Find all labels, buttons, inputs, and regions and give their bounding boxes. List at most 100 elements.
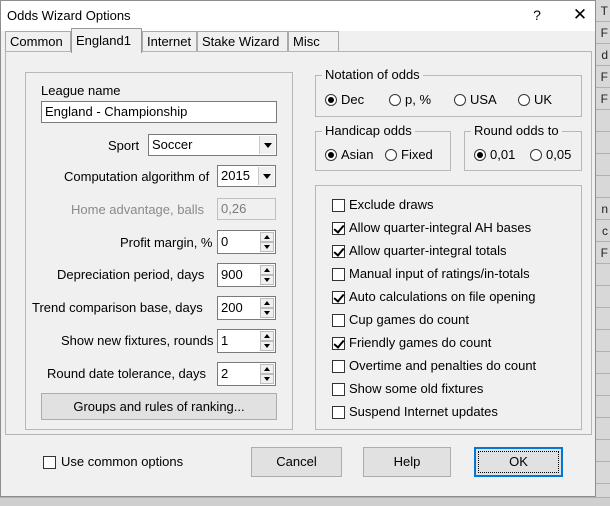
radio-fixed-label[interactable]: Fixed	[401, 147, 433, 162]
tab-stake-wizard[interactable]: Stake Wizard	[197, 31, 288, 52]
handicap-title: Handicap odds	[322, 123, 415, 138]
checkbox-quarter-totals-label[interactable]: Allow quarter-integral totals	[349, 243, 507, 258]
background-cell: n	[595, 198, 610, 220]
checkbox-cup-games-label[interactable]: Cup games do count	[349, 312, 469, 327]
radio-dec[interactable]	[325, 94, 337, 106]
radio-usa[interactable]	[454, 94, 466, 106]
fixtures-value: 1	[221, 333, 229, 348]
league-settings-group: League name England - Championship Sport…	[25, 72, 293, 430]
tab-internet[interactable]: Internet	[142, 31, 197, 52]
radio-asian[interactable]	[325, 149, 337, 161]
background-cell	[595, 176, 610, 198]
checkbox-quarter-ah[interactable]	[332, 222, 345, 235]
checkbox-overtime-label[interactable]: Overtime and penalties do count	[349, 358, 536, 373]
checkbox-quarter-totals[interactable]	[332, 245, 345, 258]
background-cell	[595, 264, 610, 286]
spin-up-icon[interactable]	[260, 265, 274, 275]
fixtures-spinner[interactable]: 1	[217, 329, 276, 353]
trend-label: Trend comparison base, days	[32, 300, 203, 315]
league-name-input[interactable]: England - Championship	[41, 101, 277, 123]
checkbox-suspend-internet[interactable]	[332, 406, 345, 419]
help-button[interactable]: Help	[363, 447, 451, 477]
sport-label: Sport	[108, 138, 140, 153]
chevron-down-icon[interactable]	[259, 136, 275, 154]
depreciation-label: Depreciation period, days	[57, 267, 205, 282]
spin-up-icon[interactable]	[260, 331, 274, 341]
spin-up-icon[interactable]	[260, 298, 274, 308]
checkbox-old-fixtures[interactable]	[332, 383, 345, 396]
spin-down-icon[interactable]	[260, 275, 274, 285]
radio-p-label[interactable]: p, %	[405, 92, 431, 107]
trend-value: 200	[221, 300, 243, 315]
radio-001[interactable]	[474, 149, 486, 161]
radio-001-label[interactable]: 0,01	[490, 147, 515, 162]
tab-panel: League name England - Championship Sport…	[5, 51, 592, 435]
background-cell	[595, 132, 610, 154]
checkbox-auto-calc[interactable]	[332, 291, 345, 304]
spin-up-icon[interactable]	[260, 364, 274, 374]
radio-p[interactable]	[389, 94, 401, 106]
spin-up-icon[interactable]	[260, 232, 274, 242]
tab-common[interactable]: Common	[5, 31, 71, 52]
checkbox-overtime[interactable]	[332, 360, 345, 373]
radio-usa-label[interactable]: USA	[470, 92, 497, 107]
checkbox-cup-games[interactable]	[332, 314, 345, 327]
background-cell	[595, 374, 610, 396]
home-advantage-label: Home advantage, balls	[71, 202, 204, 217]
tab-misc[interactable]: Misc	[288, 31, 339, 52]
radio-dec-label[interactable]: Dec	[341, 92, 364, 107]
notation-title: Notation of odds	[322, 67, 423, 82]
spin-down-icon[interactable]	[260, 374, 274, 384]
cancel-button[interactable]: Cancel	[251, 447, 342, 477]
radio-uk-label[interactable]: UK	[534, 92, 552, 107]
radio-uk[interactable]	[518, 94, 530, 106]
groups-ranking-button[interactable]: Groups and rules of ranking...	[41, 393, 277, 420]
algorithm-label: Computation algorithm of	[64, 169, 210, 184]
chevron-down-icon[interactable]	[258, 167, 274, 185]
spin-down-icon[interactable]	[260, 341, 274, 351]
sport-value: Soccer	[152, 137, 193, 152]
checkbox-manual-input[interactable]	[332, 268, 345, 281]
checkbox-friendly-games-label[interactable]: Friendly games do count	[349, 335, 491, 350]
checkbox-use-common-label[interactable]: Use common options	[61, 454, 183, 469]
checkbox-manual-input-label[interactable]: Manual input of ratings/in-totals	[349, 266, 530, 281]
radio-005[interactable]	[530, 149, 542, 161]
close-button[interactable]: ✕	[567, 4, 593, 26]
background-cell	[595, 418, 610, 440]
tolerance-spinner[interactable]: 2	[217, 362, 276, 386]
checkbox-exclude-draws-label[interactable]: Exclude draws	[349, 197, 434, 212]
checkbox-auto-calc-label[interactable]: Auto calculations on file opening	[349, 289, 535, 304]
tab-england1[interactable]: England1	[71, 28, 142, 53]
checkbox-old-fixtures-label[interactable]: Show some old fixtures	[349, 381, 483, 396]
window-title: Odds Wizard Options	[7, 8, 131, 23]
algorithm-select[interactable]: 2015	[217, 165, 276, 187]
spin-down-icon[interactable]	[260, 308, 274, 318]
notation-group: Notation of odds Dec p, % USA UK	[315, 67, 582, 117]
background-cell	[595, 286, 610, 308]
profit-margin-spinner[interactable]: 0	[217, 230, 276, 254]
ok-button[interactable]: OK	[474, 447, 563, 477]
sport-select[interactable]: Soccer	[148, 134, 277, 156]
checkbox-suspend-internet-label[interactable]: Suspend Internet updates	[349, 404, 498, 419]
checkbox-friendly-games[interactable]	[332, 337, 345, 350]
checkbox-use-common[interactable]	[43, 456, 56, 469]
radio-asian-label[interactable]: Asian	[341, 147, 374, 162]
radio-005-label[interactable]: 0,05	[546, 147, 571, 162]
league-name-label: League name	[41, 83, 121, 98]
background-cell	[595, 440, 610, 462]
background-cell: F	[595, 88, 610, 110]
depreciation-spinner[interactable]: 900	[217, 263, 276, 287]
focus-rect	[478, 451, 559, 473]
round-odds-title: Round odds to	[471, 123, 562, 138]
background-cell: c	[595, 220, 610, 242]
algorithm-value: 2015	[221, 168, 250, 183]
background-cell: F	[595, 242, 610, 264]
trend-spinner[interactable]: 200	[217, 296, 276, 320]
spin-down-icon[interactable]	[260, 242, 274, 252]
home-advantage-input: 0,26	[217, 198, 276, 220]
radio-fixed[interactable]	[385, 149, 397, 161]
checkbox-quarter-ah-label[interactable]: Allow quarter-integral AH bases	[349, 220, 531, 235]
options-dialog: Odds Wizard Options ? ✕ Common England1 …	[0, 0, 596, 497]
checkbox-exclude-draws[interactable]	[332, 199, 345, 212]
help-title-button[interactable]: ?	[526, 4, 548, 26]
